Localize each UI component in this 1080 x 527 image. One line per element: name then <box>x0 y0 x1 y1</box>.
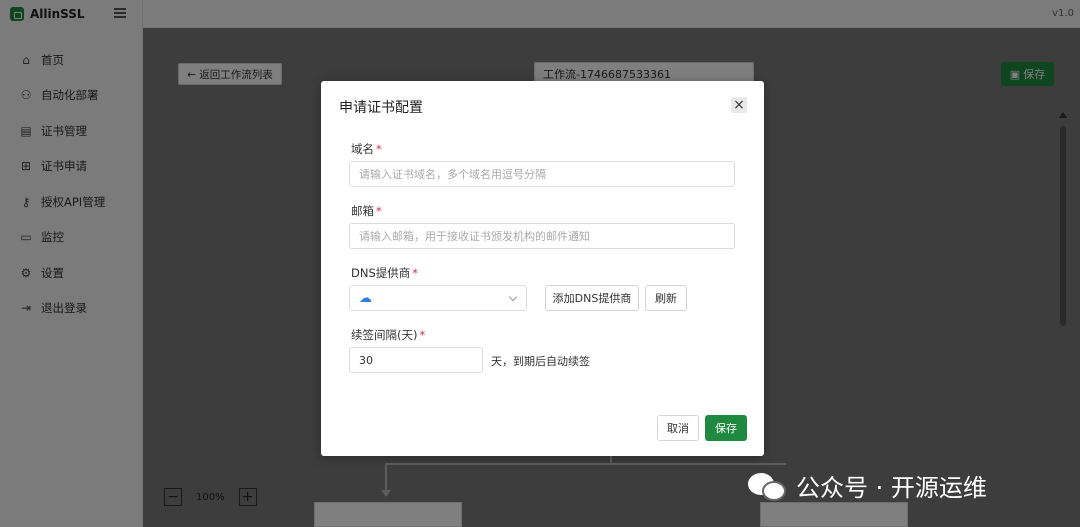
required-mark: * <box>376 204 382 218</box>
renew-label-text: 续签间隔(天) <box>351 328 418 342</box>
required-mark: * <box>419 328 426 342</box>
renew-interval-suffix: 天，到期后自动续签 <box>491 355 590 368</box>
renew-interval-label: 续签间隔(天) * <box>351 327 425 343</box>
add-dns-provider-button[interactable]: 添加DNS提供商 <box>545 285 639 311</box>
dns-provider-select[interactable]: ☁ <box>349 285 527 311</box>
modal-title: 申请证书配置 <box>339 100 423 116</box>
refresh-button[interactable]: 刷新 <box>645 285 687 311</box>
email-label-text: 邮箱 <box>351 204 374 218</box>
dns-label-text: DNS提供商 <box>351 266 411 280</box>
required-mark: * <box>376 142 382 156</box>
watermark: 公众号 · 开源运维 <box>748 466 987 504</box>
close-icon[interactable]: × <box>731 97 747 113</box>
apply-cert-config-modal: 申请证书配置 × 域名 * 请输入证书域名，多个域名用逗号分隔 邮箱 * 请输入邮箱… <box>321 81 764 456</box>
chevron-down-icon <box>508 292 518 302</box>
renew-interval-input[interactable]: 30 <box>349 347 483 373</box>
cancel-button[interactable]: 取消 <box>657 415 699 441</box>
watermark-text: 公众号 · 开源运维 <box>796 473 987 502</box>
domain-label: 域名 * <box>351 141 382 157</box>
dns-provider-label: DNS提供商 * <box>351 265 418 281</box>
domain-label-text: 域名 <box>351 142 374 156</box>
domain-input[interactable]: 请输入证书域名，多个域名用逗号分隔 <box>349 161 735 187</box>
wechat-logo-icon <box>748 469 788 501</box>
save-button[interactable]: 保存 <box>705 415 747 441</box>
required-mark: * <box>412 266 419 280</box>
cloud-icon: ☁ <box>359 290 372 306</box>
email-input[interactable]: 请输入邮箱，用于接收证书颁发机构的邮件通知 <box>349 223 735 249</box>
email-label: 邮箱 * <box>351 203 382 219</box>
